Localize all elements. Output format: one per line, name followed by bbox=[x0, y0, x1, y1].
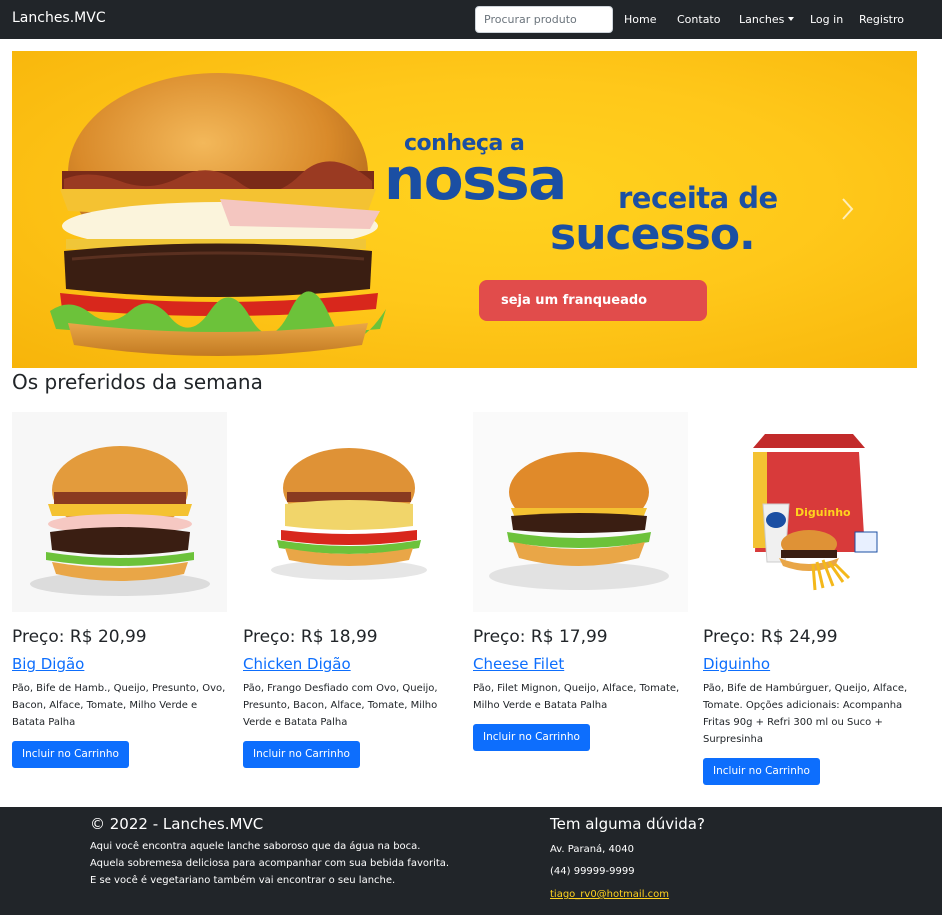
chevron-right-icon[interactable] bbox=[840, 195, 856, 223]
product-price: Preço: R$ 24,99 bbox=[703, 627, 838, 647]
product-image bbox=[243, 412, 458, 612]
nav-lanches-label: Lanches bbox=[739, 13, 785, 26]
add-to-cart-button[interactable]: Incluir no Carrinho bbox=[473, 724, 590, 751]
product-description: Pão, Bife de Hamb., Queijo, Presunto, Ov… bbox=[12, 683, 226, 728]
nav-home[interactable]: Home bbox=[624, 13, 656, 26]
footer-copyright: © 2022 - Lanches.MVC bbox=[90, 815, 264, 833]
footer-address: Av. Paraná, 4040 bbox=[550, 844, 634, 855]
navbar: Lanches.MVC Home Contato Lanches Log in … bbox=[0, 0, 942, 39]
brand-link[interactable]: Lanches.MVC bbox=[12, 10, 106, 26]
caret-down-icon bbox=[788, 17, 795, 21]
hero-line-2: nossa bbox=[384, 145, 567, 213]
add-to-cart-button[interactable]: Incluir no Carrinho bbox=[243, 741, 360, 768]
product-price: Preço: R$ 17,99 bbox=[473, 627, 608, 647]
footer-phone: (44) 99999-9999 bbox=[550, 866, 635, 877]
nav-contato[interactable]: Contato bbox=[677, 13, 720, 26]
nav-lanches-dropdown[interactable]: Lanches bbox=[739, 13, 795, 26]
box-label: Diguinho bbox=[795, 506, 851, 519]
product-description: Pão, Bife de Hambúrguer, Queijo, Alface,… bbox=[703, 683, 908, 745]
footer-email-link[interactable]: tiago_rv0@hotmail.com bbox=[550, 889, 669, 900]
product-price: Preço: R$ 20,99 bbox=[12, 627, 147, 647]
franchise-button[interactable]: seja um franqueado bbox=[479, 280, 707, 321]
add-to-cart-button[interactable]: Incluir no Carrinho bbox=[12, 741, 129, 768]
product-name-link[interactable]: Big Digão bbox=[12, 655, 84, 673]
product-description: Pão, Frango Desfiado com Ovo, Queijo, Pr… bbox=[243, 683, 438, 728]
product-name-link[interactable]: Chicken Digão bbox=[243, 655, 351, 673]
nav-login[interactable]: Log in bbox=[810, 13, 843, 26]
product-name-link[interactable]: Cheese Filet bbox=[473, 655, 564, 673]
footer-text-line: Aquela sobremesa deliciosa para acompanh… bbox=[90, 858, 450, 869]
hero-carousel[interactable]: conheça a nossa receita de sucesso. seja… bbox=[12, 51, 917, 368]
product-image bbox=[12, 412, 227, 612]
nav-registro[interactable]: Registro bbox=[859, 13, 904, 26]
hero-line-4: sucesso. bbox=[550, 209, 756, 260]
search-input[interactable] bbox=[475, 6, 613, 33]
product-description: Pão, Filet Mignon, Queijo, Alface, Tomat… bbox=[473, 683, 680, 711]
section-title: Os preferidos da semana bbox=[12, 370, 263, 394]
footer: © 2022 - Lanches.MVC Aqui você encontra … bbox=[0, 807, 942, 915]
footer-contact-title: Tem alguma dúvida? bbox=[550, 815, 705, 833]
product-image bbox=[473, 412, 688, 612]
footer-text-line: E se você é vegetariano também vai encon… bbox=[90, 875, 396, 886]
product-price: Preço: R$ 18,99 bbox=[243, 627, 378, 647]
product-image: Diguinho bbox=[703, 412, 918, 612]
product-name-link[interactable]: Diguinho bbox=[703, 655, 770, 673]
footer-text-line: Aqui você encontra aquele lanche saboros… bbox=[90, 841, 421, 852]
burger-image bbox=[50, 73, 386, 356]
add-to-cart-button[interactable]: Incluir no Carrinho bbox=[703, 758, 820, 785]
